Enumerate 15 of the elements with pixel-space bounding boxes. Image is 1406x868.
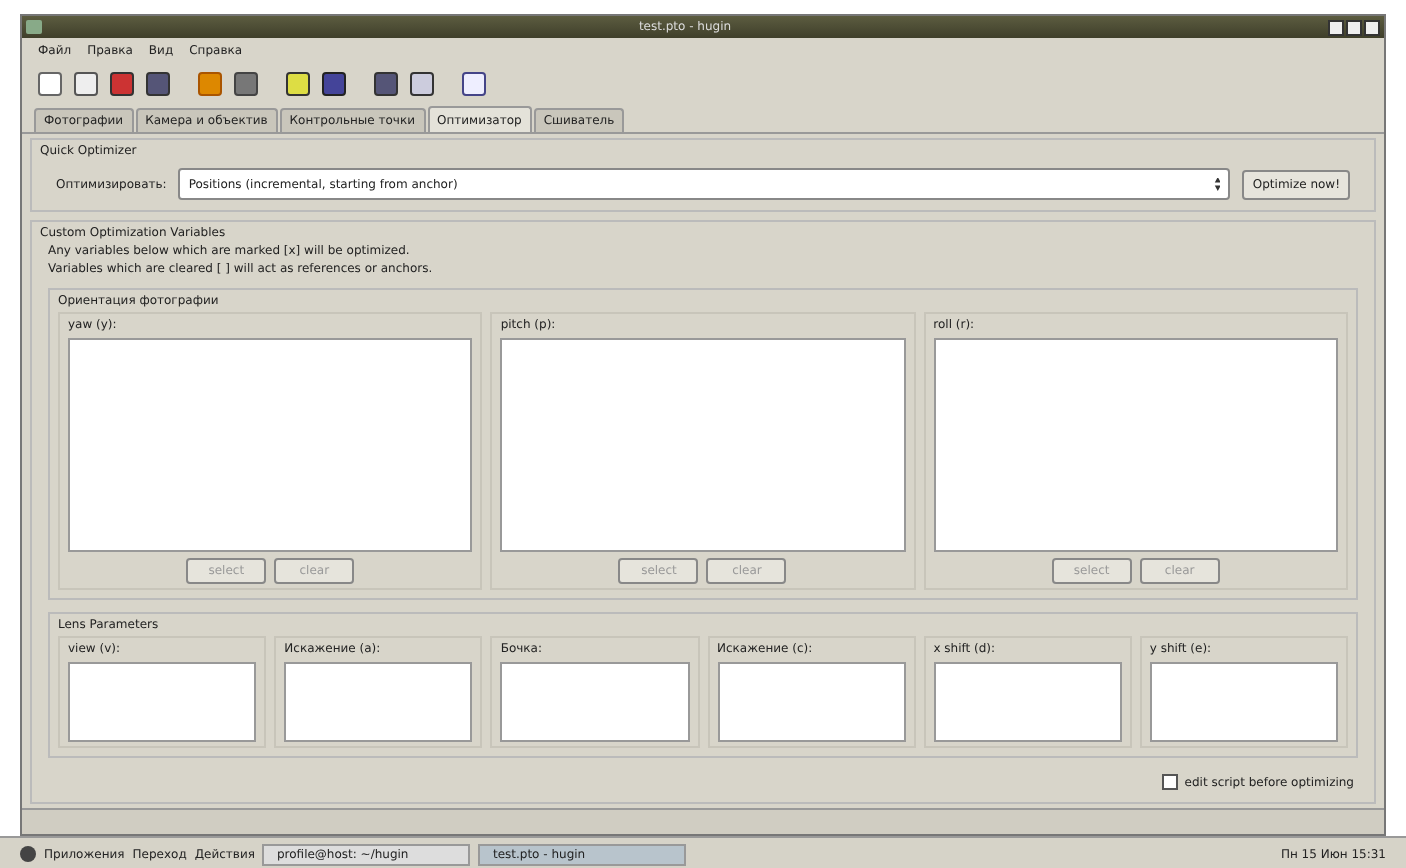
app-icon: [26, 20, 42, 34]
close-button[interactable]: [1364, 19, 1380, 35]
variable-list[interactable]: [1149, 662, 1339, 742]
maximize-button[interactable]: [1346, 19, 1362, 35]
variable-list[interactable]: [284, 662, 473, 742]
checkbox[interactable]: [1162, 774, 1179, 790]
variable-list[interactable]: [933, 338, 1338, 552]
variable-list[interactable]: [68, 338, 473, 552]
variable-list[interactable]: [717, 662, 906, 742]
variable-list[interactable]: [68, 662, 257, 742]
variable-list[interactable]: [500, 662, 690, 742]
minimize-button[interactable]: [1328, 19, 1344, 35]
spinner-icon: [1214, 177, 1221, 191]
variable-list[interactable]: [933, 662, 1122, 742]
variable-list[interactable]: [500, 338, 906, 552]
